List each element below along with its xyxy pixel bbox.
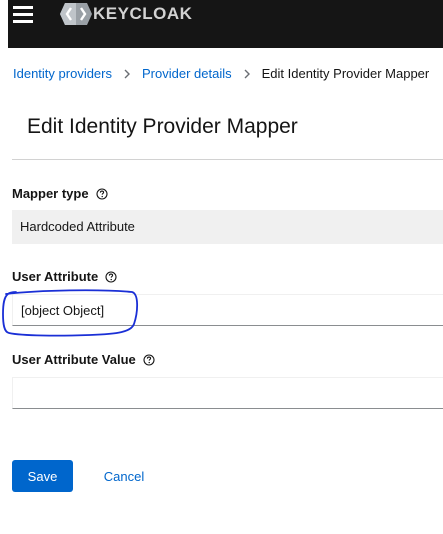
breadcrumb-current: Edit Identity Provider Mapper — [261, 66, 430, 81]
breadcrumb: Identity providers Provider details Edit… — [13, 66, 429, 81]
chevron-right-icon — [244, 69, 250, 78]
cancel-button[interactable]: Cancel — [92, 460, 156, 492]
breadcrumb-provider-details[interactable]: Provider details — [142, 66, 232, 81]
user-attribute-label-text: User Attribute — [12, 269, 99, 284]
masthead: KEYCLOAK — [8, 0, 443, 48]
mapper-type-field: Hardcoded Attribute — [12, 210, 443, 244]
brand-name: KEYCLOAK — [93, 4, 193, 23]
help-circle-icon[interactable] — [96, 187, 108, 200]
page-title: Edit Identity Provider Mapper — [27, 115, 298, 138]
mapper-type-label: Mapper type — [12, 186, 108, 201]
help-circle-icon[interactable] — [105, 270, 117, 283]
hamburger-icon[interactable] — [13, 6, 33, 23]
title-divider — [12, 159, 443, 160]
page: KEYCLOAK Identity providers Provider det… — [0, 0, 443, 534]
user-attribute-input[interactable] — [12, 294, 443, 326]
chevron-right-icon — [124, 69, 130, 78]
help-circle-icon[interactable] — [143, 353, 155, 366]
user-attribute-value-label: User Attribute Value — [12, 352, 155, 367]
mapper-type-label-text: Mapper type — [12, 186, 89, 201]
save-button[interactable]: Save — [12, 460, 73, 492]
breadcrumb-identity-providers[interactable]: Identity providers — [13, 66, 112, 81]
brand-logo[interactable]: KEYCLOAK — [60, 3, 192, 25]
user-attribute-label: User Attribute — [12, 269, 117, 284]
user-attribute-value-label-text: User Attribute Value — [12, 352, 136, 367]
user-attribute-value-input[interactable] — [12, 377, 443, 409]
keycloak-logo-icon — [60, 3, 92, 25]
